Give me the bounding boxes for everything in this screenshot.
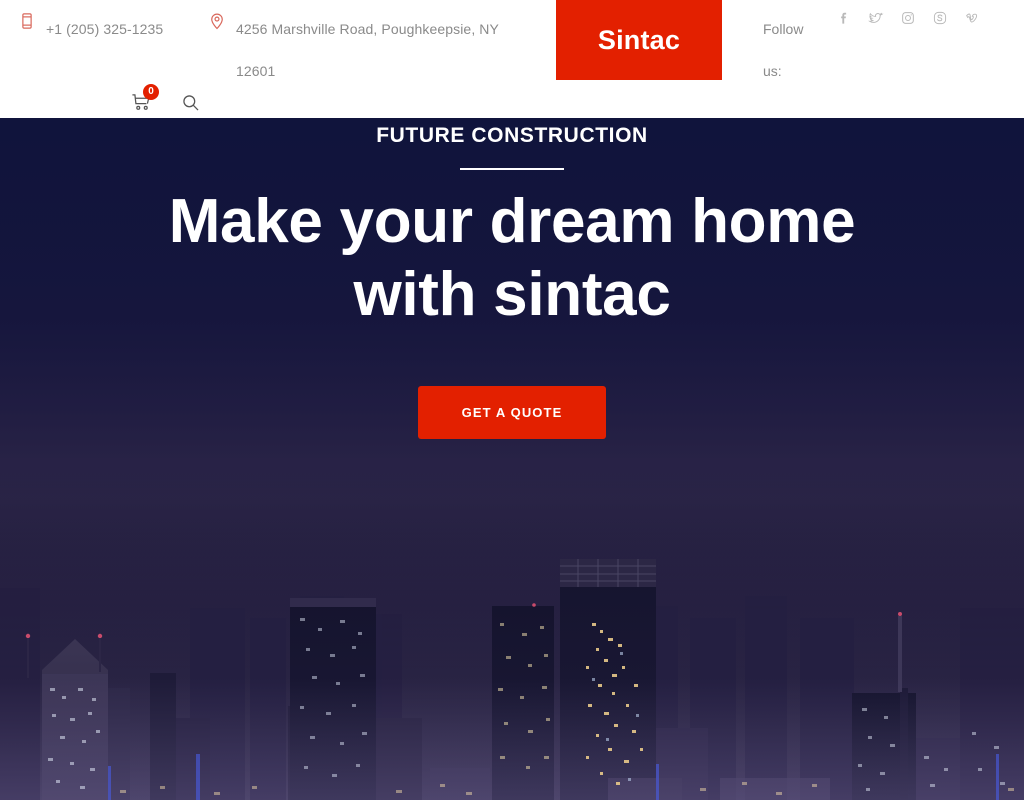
- top-bar: +1 (205) 325-1235 4256 Marshville Road, …: [0, 0, 1024, 118]
- twitter-icon[interactable]: [868, 9, 884, 27]
- social-links: [836, 9, 980, 27]
- get-a-quote-button[interactable]: GET A QUOTE: [417, 386, 607, 439]
- mobile-phone-icon: [18, 11, 36, 31]
- cart-count-badge: 0: [143, 84, 159, 100]
- hero-section: FUTURE CONSTRUCTION Make your dream home…: [0, 118, 1024, 800]
- hero-content: FUTURE CONSTRUCTION Make your dream home…: [0, 118, 1024, 439]
- vimeo-icon[interactable]: [964, 9, 980, 27]
- site-logo[interactable]: Sintac: [556, 0, 722, 80]
- address-text: 4256 Marshville Road, Poughkeepsie, NY 1…: [236, 21, 499, 79]
- facebook-icon[interactable]: [836, 9, 852, 27]
- hero-title-line-1: Make your dream home: [168, 187, 856, 256]
- map-pin-icon: [208, 11, 226, 31]
- hero-title: Make your dream home with sintac: [0, 185, 1024, 331]
- instagram-icon[interactable]: [900, 9, 916, 27]
- utility-row: 0: [131, 84, 200, 112]
- hero-title-line-2: with sintac: [353, 260, 671, 329]
- phone-number: +1 (205) 325-1235: [46, 21, 164, 37]
- search-icon[interactable]: [181, 93, 200, 112]
- phone-contact[interactable]: +1 (205) 325-1235: [22, 8, 181, 50]
- address-contact[interactable]: 4256 Marshville Road, Poughkeepsie, NY 1…: [211, 8, 531, 92]
- cart-button[interactable]: 0: [131, 84, 159, 112]
- follow-us-label: Follow us:: [763, 21, 804, 79]
- hero-eyebrow: FUTURE CONSTRUCTION: [376, 124, 648, 147]
- hero-divider-rule: [460, 168, 564, 170]
- logo-text: Sintac: [597, 24, 681, 55]
- skype-icon[interactable]: [932, 9, 948, 27]
